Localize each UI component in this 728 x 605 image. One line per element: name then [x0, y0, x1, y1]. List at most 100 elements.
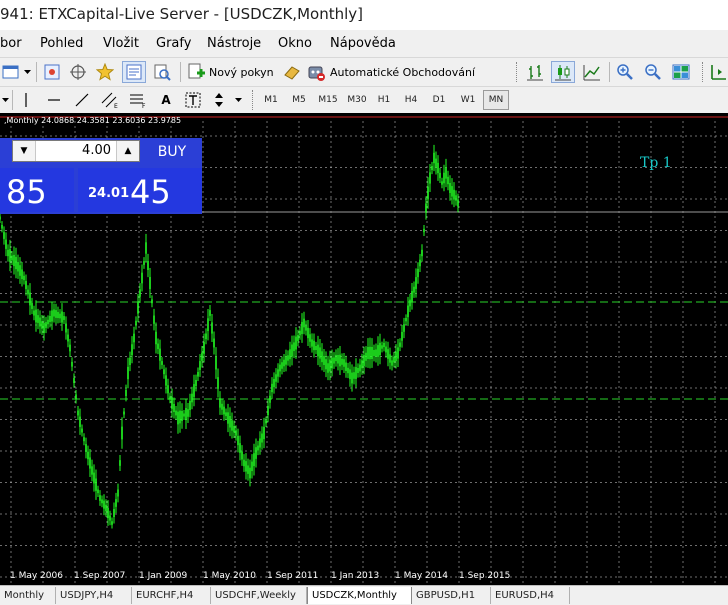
auto-trading-button[interactable]: Automatické Obchodování [306, 61, 476, 83]
fibonacci-icon[interactable]: F [127, 89, 149, 111]
candle-body [259, 438, 261, 448]
strategy-tester-icon[interactable] [151, 61, 173, 83]
menu-charts[interactable]: Grafy [156, 36, 191, 51]
candle-body [29, 292, 31, 306]
sell-price-button[interactable]: 85 [0, 168, 74, 212]
chart-tab[interactable]: EURUSD,H4 [491, 587, 570, 604]
candle-body [347, 367, 349, 374]
candle-body [141, 272, 143, 284]
candle-body [387, 349, 389, 359]
candle-body [143, 261, 145, 265]
lot-size-field[interactable]: ▼ 4.00 ▲ [12, 140, 140, 162]
candle-body [401, 331, 403, 341]
line-chart-icon[interactable] [580, 61, 604, 83]
menu-window[interactable]: Okno [278, 36, 312, 51]
crosshair-nav-icon[interactable] [67, 61, 89, 83]
candle-body [235, 430, 237, 436]
candle-body [455, 195, 457, 201]
candle-body [243, 459, 245, 467]
candle-body [73, 378, 75, 383]
chart-text-label[interactable]: Tp 1 [640, 155, 672, 171]
candle-body [385, 346, 387, 353]
meta-editor-icon[interactable] [281, 61, 303, 83]
candle-body [43, 323, 45, 333]
candlestick-chart-icon[interactable] [551, 61, 575, 83]
time-axis-label: 1 Sep 2015 [459, 571, 511, 581]
timeframe-w1[interactable]: W1 [455, 90, 481, 110]
candle-body [295, 336, 297, 350]
candle-body [55, 310, 57, 318]
dropdown-arrow-icon[interactable] [22, 61, 32, 83]
data-window-icon[interactable] [122, 61, 146, 83]
candle-body [197, 371, 199, 377]
text-label-icon[interactable] [182, 89, 204, 111]
timeframe-m1[interactable]: M1 [258, 90, 284, 110]
new-order-button[interactable]: Nový pokyn [187, 61, 277, 83]
candle-body [367, 347, 369, 359]
candle-body [337, 354, 339, 364]
dropdown-arrow-icon[interactable] [0, 89, 10, 111]
chart-tab[interactable]: EURCHF,H4 [132, 587, 211, 604]
menu-help[interactable]: Nápověda [330, 36, 396, 51]
buy-price-button[interactable]: 24.01 45 [78, 168, 202, 212]
timeframe-mn[interactable]: MN [483, 90, 509, 110]
new-chart-icon[interactable] [0, 61, 22, 83]
candle-body [205, 333, 207, 340]
candle-body [359, 364, 361, 372]
price-chart[interactable]: ,Monthly 24.0868 24.3581 23.6036 23.9785… [0, 113, 728, 585]
candle-body [419, 259, 421, 267]
candle-body [329, 359, 331, 372]
horizontal-line-icon[interactable] [44, 89, 64, 111]
bar-chart-icon[interactable] [523, 61, 547, 83]
candle-body [321, 351, 323, 363]
menu-view[interactable]: Pohled [40, 36, 83, 51]
menu-tools[interactable]: Nástroje [207, 36, 261, 51]
standard-toolbar: Nový pokyn Automatické Obchodování [0, 57, 728, 87]
candle-body [447, 176, 449, 185]
favorites-star-icon[interactable] [94, 61, 116, 83]
candle-body [69, 344, 71, 352]
timeframe-h1[interactable]: H1 [371, 90, 397, 110]
candle-body [3, 232, 5, 239]
candle-body [23, 275, 25, 281]
candle-body [41, 321, 43, 329]
menu-file[interactable]: bor [0, 36, 22, 51]
candle-body [9, 249, 11, 262]
candle-body [95, 478, 97, 491]
candle-body [89, 457, 91, 469]
zoom-out-icon[interactable] [641, 61, 665, 83]
trendline-icon[interactable] [72, 89, 92, 111]
lot-decrease-icon[interactable]: ▼ [13, 141, 36, 161]
candle-body [191, 393, 193, 403]
chart-tab[interactable]: GBPUSD,H1 [412, 587, 491, 604]
candle-body [297, 335, 299, 341]
timeframe-m15[interactable]: M15 [314, 90, 342, 110]
candle-body [0, 216, 1, 220]
chart-shift-icon[interactable] [707, 61, 728, 83]
equidistant-channel-icon[interactable]: E [99, 89, 121, 111]
arrows-icon[interactable] [208, 89, 230, 111]
dropdown-arrow-icon[interactable] [232, 89, 244, 111]
chart-tab[interactable]: USDJPY,H4 [56, 587, 132, 604]
timeframe-m30[interactable]: M30 [343, 90, 371, 110]
timeframe-h4[interactable]: H4 [398, 90, 424, 110]
candle-body [85, 444, 87, 452]
candle-body [275, 374, 277, 382]
candle-body [379, 342, 381, 356]
lot-increase-icon[interactable]: ▲ [116, 141, 139, 161]
buy-button[interactable]: BUY [143, 140, 201, 164]
candle-body [393, 356, 395, 363]
chart-tab[interactable]: Monthly [0, 587, 56, 604]
chart-tab[interactable]: USDCHF,Weekly [211, 587, 307, 604]
vertical-line-icon[interactable] [16, 89, 36, 111]
chart-tab-active[interactable]: USDCZK,Monthly [307, 587, 412, 604]
menu-insert[interactable]: Vložit [103, 36, 139, 51]
zoom-in-icon[interactable] [613, 61, 637, 83]
text-tool-icon[interactable]: A [156, 89, 176, 111]
timeframe-d1[interactable]: D1 [426, 90, 452, 110]
timeframe-m5[interactable]: M5 [286, 90, 312, 110]
candle-body [307, 327, 309, 339]
tile-windows-icon[interactable] [669, 61, 693, 83]
market-watch-icon[interactable] [41, 61, 63, 83]
candle-body [207, 318, 209, 332]
